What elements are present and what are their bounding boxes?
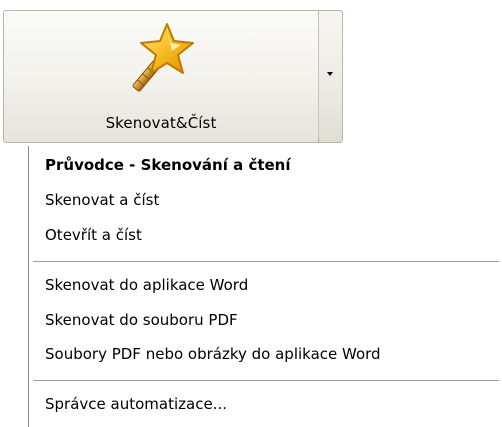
- menu-item-wizard-scan-read[interactable]: Průvodce - Skenování a čtení: [45, 156, 291, 174]
- menu-item-scan-to-word[interactable]: Skenovat do aplikace Word: [45, 276, 248, 294]
- menu-item-scan-read[interactable]: Skenovat a číst: [45, 191, 159, 209]
- scan-read-button-label: Skenovat&Číst: [105, 114, 217, 132]
- scan-read-dropdown-menu: Průvodce - Skenování a čtení Skenovat a …: [28, 146, 502, 427]
- menu-separator: [33, 261, 499, 262]
- scan-read-button[interactable]: Skenovat&Číst: [3, 10, 318, 143]
- menu-item-automation-manager[interactable]: Správce automatizace...: [45, 395, 227, 413]
- scan-read-widget: Skenovat&Číst Průvodce - Skenování a čte…: [0, 0, 502, 427]
- scan-read-dropdown-button[interactable]: [318, 10, 343, 143]
- menu-separator: [33, 380, 499, 381]
- menu-item-open-read[interactable]: Otevřít a číst: [45, 226, 142, 244]
- menu-item-pdf-images-to-word[interactable]: Soubory PDF nebo obrázky do aplikace Wor…: [45, 345, 381, 363]
- menu-item-scan-to-pdf[interactable]: Skenovat do souboru PDF: [45, 311, 238, 329]
- magic-wand-star-icon: [132, 23, 194, 92]
- triangle-down-icon: [327, 72, 333, 76]
